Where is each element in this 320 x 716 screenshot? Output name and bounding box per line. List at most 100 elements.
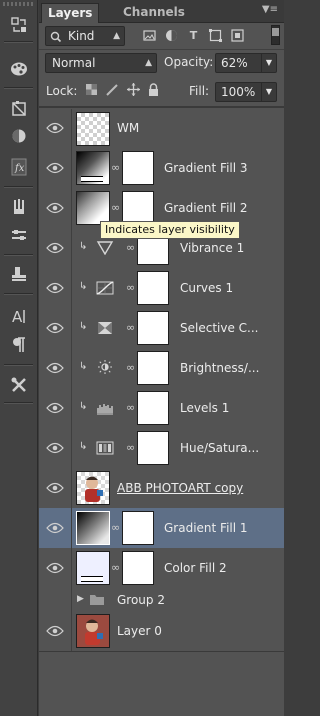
chain-link-icon[interactable]: ∞ [126,281,135,294]
lock-position-icon[interactable] [127,83,140,99]
eye-icon[interactable] [46,242,64,254]
svg-text:A: A [12,308,23,325]
eye-icon[interactable] [46,162,64,174]
layer-name: Hue/Satura... [180,441,260,455]
opacity-dropdown-icon[interactable]: ▼ [261,54,276,72]
layer-row[interactable]: ↳ ∞ Hue/Satura... [39,428,284,469]
clone-source-icon[interactable] [5,263,32,285]
layer-mask-thumbnail[interactable] [137,311,169,345]
eye-icon[interactable] [46,402,64,414]
opacity-input[interactable]: 62% ▼ [215,53,277,73]
curves-icon [96,281,114,295]
layer-row[interactable]: WM [39,109,284,149]
chevron-updown-icon: ▲︎ [113,31,120,41]
brightness-icon [98,360,112,374]
layer-mask-thumbnail[interactable] [122,511,154,545]
filter-shape-icon[interactable] [209,29,222,42]
eye-icon[interactable] [46,482,64,494]
layer-group-row[interactable]: ▶ Group 2 [39,588,284,612]
photo-thumbnail [76,614,110,648]
lock-all-icon[interactable] [148,83,159,99]
filter-kind-label: Kind [68,29,95,43]
layer-row[interactable]: ↳ ∞ Levels 1 [39,388,284,429]
gradient-fill-thumbnail [76,151,110,185]
layer-row[interactable]: Layer 0 [39,611,284,652]
lock-image-icon[interactable] [106,83,119,99]
layer-name: Gradient Fill 1 [164,521,248,535]
eye-icon[interactable] [46,282,64,294]
fill-dropdown-icon[interactable]: ▼ [261,83,276,101]
blend-mode-select[interactable]: Normal ▲︎ [45,53,157,73]
layer-name: Vibrance 1 [180,241,245,255]
chain-link-icon[interactable]: ∞ [126,401,135,414]
layer-row[interactable]: ∞ Color Fill 2 [39,548,284,589]
eye-icon[interactable] [46,562,64,574]
clipping-arrow-icon: ↳ [79,361,88,372]
eye-icon[interactable] [46,202,64,214]
filter-kind-select[interactable]: Kind ▲︎ [45,26,125,46]
eye-icon[interactable] [46,122,64,134]
eye-icon[interactable] [46,522,64,534]
paragraph-icon[interactable] [5,334,32,356]
layer-row-selected[interactable]: ∞ Gradient Fill 1 [39,508,284,549]
tab-layers[interactable]: Layers [41,3,100,23]
filter-pixel-icon[interactable] [143,29,156,42]
panel-menu-icon[interactable]: ▼≡ [262,4,278,15]
layer-row[interactable]: ↳ ∞ Selective C... [39,308,284,349]
expand-arrow-icon[interactable]: ▶ [77,594,84,604]
layer-name: WM [117,121,140,135]
brushes-icon[interactable] [5,196,32,218]
filter-smart-object-icon[interactable] [231,29,244,42]
layer-name: Gradient Fill 2 [164,201,248,215]
chain-link-icon[interactable]: ∞ [126,441,135,454]
chain-link-icon[interactable]: ∞ [111,201,120,214]
layer-mask-thumbnail[interactable] [137,271,169,305]
history-icon[interactable] [5,14,32,36]
chain-link-icon[interactable]: ∞ [111,161,120,174]
filter-adjustment-icon[interactable] [165,29,178,42]
lock-transparent-icon[interactable] [86,84,97,98]
chain-link-icon[interactable]: ∞ [111,561,120,574]
chain-link-icon[interactable]: ∞ [126,361,135,374]
filter-type-icon[interactable]: T [187,29,200,42]
character-icon[interactable]: A [5,305,32,327]
tool-presets-icon[interactable] [5,374,32,396]
fill-label: Fill: [189,84,210,98]
layer-mask-thumbnail[interactable] [122,551,154,585]
color-palette-icon[interactable] [5,58,32,80]
eye-icon[interactable] [46,362,64,374]
folder-icon [90,595,104,605]
layer-row[interactable]: ABB PHOTOART copy [39,468,284,509]
brush-presets-icon[interactable] [5,224,32,246]
eye-icon[interactable] [46,442,64,454]
layer-name: Gradient Fill 3 [164,161,248,175]
layer-row[interactable]: ↳ ∞ Brightness/... [39,348,284,389]
gradient-fill-thumbnail [76,191,110,225]
chain-link-icon[interactable]: ∞ [126,321,135,334]
filter-toggle-switch[interactable] [271,25,280,45]
clipping-arrow-icon: ↳ [79,281,88,292]
styles-icon[interactable] [5,125,32,147]
chain-link-icon[interactable]: ∞ [111,521,120,534]
fx-icon[interactable]: fx [5,156,32,178]
layer-mask-thumbnail[interactable] [137,351,169,385]
tab-channels[interactable]: Channels [117,3,191,22]
tool-strip-grip[interactable] [3,2,33,6]
vibrance-icon [96,241,114,255]
clipping-arrow-icon: ↳ [79,441,88,452]
selective-color-icon [98,322,112,334]
layer-name: ABB PHOTOART copy [117,481,244,495]
layer-mask-thumbnail[interactable] [137,431,169,465]
eye-icon[interactable] [46,322,64,334]
eye-icon[interactable] [46,625,64,637]
fill-input[interactable]: 100% ▼ [215,82,277,102]
layer-mask-thumbnail[interactable] [122,151,154,185]
opacity-label: Opacity: [164,55,214,69]
chain-link-icon[interactable]: ∞ [126,241,135,254]
layer-row[interactable]: ∞ Gradient Fill 3 [39,148,284,189]
layer-name: Curves 1 [180,281,234,295]
layer-mask-thumbnail[interactable] [122,191,154,225]
layer-row[interactable]: ↳ ∞ Curves 1 [39,268,284,309]
adjustments-icon[interactable] [5,98,32,120]
layer-mask-thumbnail[interactable] [137,391,169,425]
